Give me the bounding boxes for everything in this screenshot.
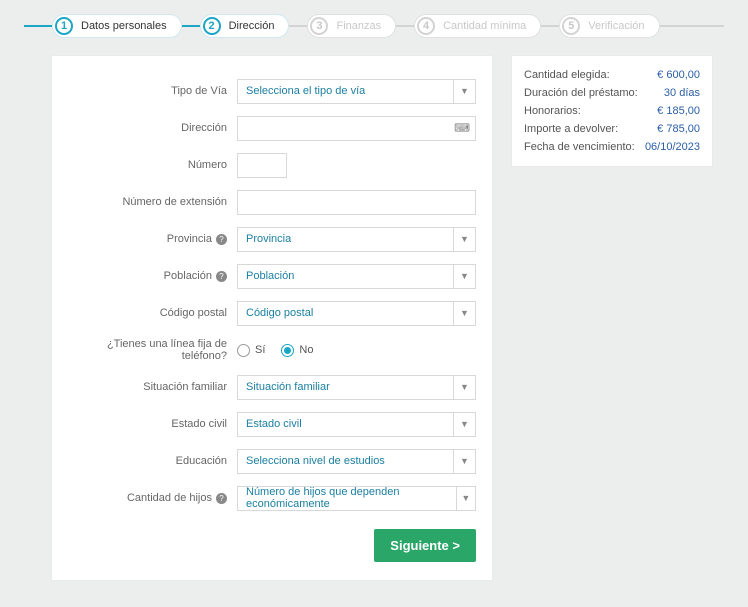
stepper-connector [182, 25, 200, 27]
numero-label: Número [62, 159, 237, 171]
educacion-select[interactable]: Selecciona nivel de estudios ▼ [237, 449, 476, 474]
poblacion-select[interactable]: Población ▼ [237, 264, 476, 289]
chevron-down-icon: ▼ [456, 487, 475, 510]
select-value: Código postal [246, 307, 313, 319]
telefono-fijo-no-radio[interactable]: No [281, 344, 313, 357]
step-cantidad-minima: 4 Cantidad mínima [414, 14, 541, 38]
step-label: Cantidad mínima [443, 20, 526, 32]
select-value: Provincia [246, 233, 291, 245]
info-icon[interactable]: ? [216, 271, 227, 282]
step-number: 1 [55, 17, 73, 35]
summary-row: Importe a devolver: € 785,00 [524, 120, 700, 138]
stepper-connector [24, 25, 52, 27]
stepper-connector [660, 25, 724, 27]
cantidad-hijos-select[interactable]: Número de hijos que dependen económicame… [237, 486, 476, 511]
chevron-down-icon: ▼ [453, 413, 475, 436]
numero-extension-label: Número de extensión [62, 196, 237, 208]
step-number: 4 [417, 17, 435, 35]
select-value: Selecciona el tipo de vía [246, 85, 365, 97]
tipo-via-select[interactable]: Selecciona el tipo de vía ▼ [237, 79, 476, 104]
step-verificacion: 5 Verificación [559, 14, 659, 38]
cantidad-hijos-label: Cantidad de hijos ? [62, 492, 237, 504]
educacion-label: Educación [62, 455, 237, 467]
address-form: Tipo de Vía Selecciona el tipo de vía ▼ … [52, 56, 492, 580]
summary-row: Duración del préstamo: 30 días [524, 84, 700, 102]
estado-civil-select[interactable]: Estado civil ▼ [237, 412, 476, 437]
numero-extension-input[interactable] [237, 190, 476, 215]
direccion-input[interactable] [237, 116, 476, 141]
chevron-down-icon: ▼ [453, 80, 475, 103]
info-icon[interactable]: ? [216, 234, 227, 245]
info-icon[interactable]: ? [216, 493, 227, 504]
step-number: 5 [562, 17, 580, 35]
select-value: Número de hijos que dependen económicame… [246, 486, 456, 510]
summary-label: Duración del préstamo: [524, 87, 638, 99]
step-label: Datos personales [81, 20, 167, 32]
stepper-connector [541, 25, 559, 27]
step-label: Dirección [229, 20, 275, 32]
step-number: 3 [310, 17, 328, 35]
summary-label: Honorarios: [524, 105, 581, 117]
provincia-label: Provincia ? [62, 233, 237, 245]
select-value: Población [246, 270, 294, 282]
chevron-down-icon: ▼ [453, 450, 475, 473]
chevron-down-icon: ▼ [453, 228, 475, 251]
telefono-fijo-si-radio[interactable]: Sí [237, 344, 265, 357]
codigo-postal-select[interactable]: Código postal ▼ [237, 301, 476, 326]
summary-row: Fecha de vencimiento: 06/10/2023 [524, 138, 700, 156]
situacion-familiar-label: Situación familiar [62, 381, 237, 393]
summary-value: € 785,00 [657, 123, 700, 135]
summary-value: € 600,00 [657, 69, 700, 81]
step-label: Verificación [588, 20, 644, 32]
chevron-down-icon: ▼ [453, 302, 475, 325]
step-label: Finanzas [336, 20, 381, 32]
radio-label: No [299, 344, 313, 356]
step-direccion[interactable]: 2 Dirección [200, 14, 290, 38]
direccion-label: Dirección [62, 122, 237, 134]
select-value: Estado civil [246, 418, 302, 430]
summary-row: Cantidad elegida: € 600,00 [524, 66, 700, 84]
radio-icon [237, 344, 250, 357]
summary-value: € 185,00 [657, 105, 700, 117]
select-value: Situación familiar [246, 381, 330, 393]
select-value: Selecciona nivel de estudios [246, 455, 385, 467]
radio-icon [281, 344, 294, 357]
codigo-postal-label: Código postal [62, 307, 237, 319]
summary-label: Fecha de vencimiento: [524, 141, 635, 153]
radio-label: Sí [255, 344, 265, 356]
stepper-connector [289, 25, 307, 27]
summary-row: Honorarios: € 185,00 [524, 102, 700, 120]
summary-value: 06/10/2023 [645, 141, 700, 153]
keyboard-icon: ⌨ [454, 122, 470, 135]
step-number: 2 [203, 17, 221, 35]
step-datos-personales[interactable]: 1 Datos personales [52, 14, 182, 38]
telefono-fijo-label: ¿Tienes una línea fija de teléfono? [62, 338, 237, 362]
tipo-via-label: Tipo de Vía [62, 85, 237, 97]
summary-label: Importe a devolver: [524, 123, 618, 135]
progress-stepper: 1 Datos personales 2 Dirección 3 Finanza… [0, 0, 748, 56]
provincia-select[interactable]: Provincia ▼ [237, 227, 476, 252]
situacion-familiar-select[interactable]: Situación familiar ▼ [237, 375, 476, 400]
poblacion-label: Población ? [62, 270, 237, 282]
step-finanzas: 3 Finanzas [307, 14, 396, 38]
loan-summary: Cantidad elegida: € 600,00 Duración del … [512, 56, 712, 166]
next-button[interactable]: Siguiente > [374, 529, 476, 562]
numero-input[interactable] [237, 153, 287, 178]
summary-value: 30 días [664, 87, 700, 99]
summary-label: Cantidad elegida: [524, 69, 610, 81]
chevron-down-icon: ▼ [453, 376, 475, 399]
chevron-down-icon: ▼ [453, 265, 475, 288]
estado-civil-label: Estado civil [62, 418, 237, 430]
stepper-connector [396, 25, 414, 27]
